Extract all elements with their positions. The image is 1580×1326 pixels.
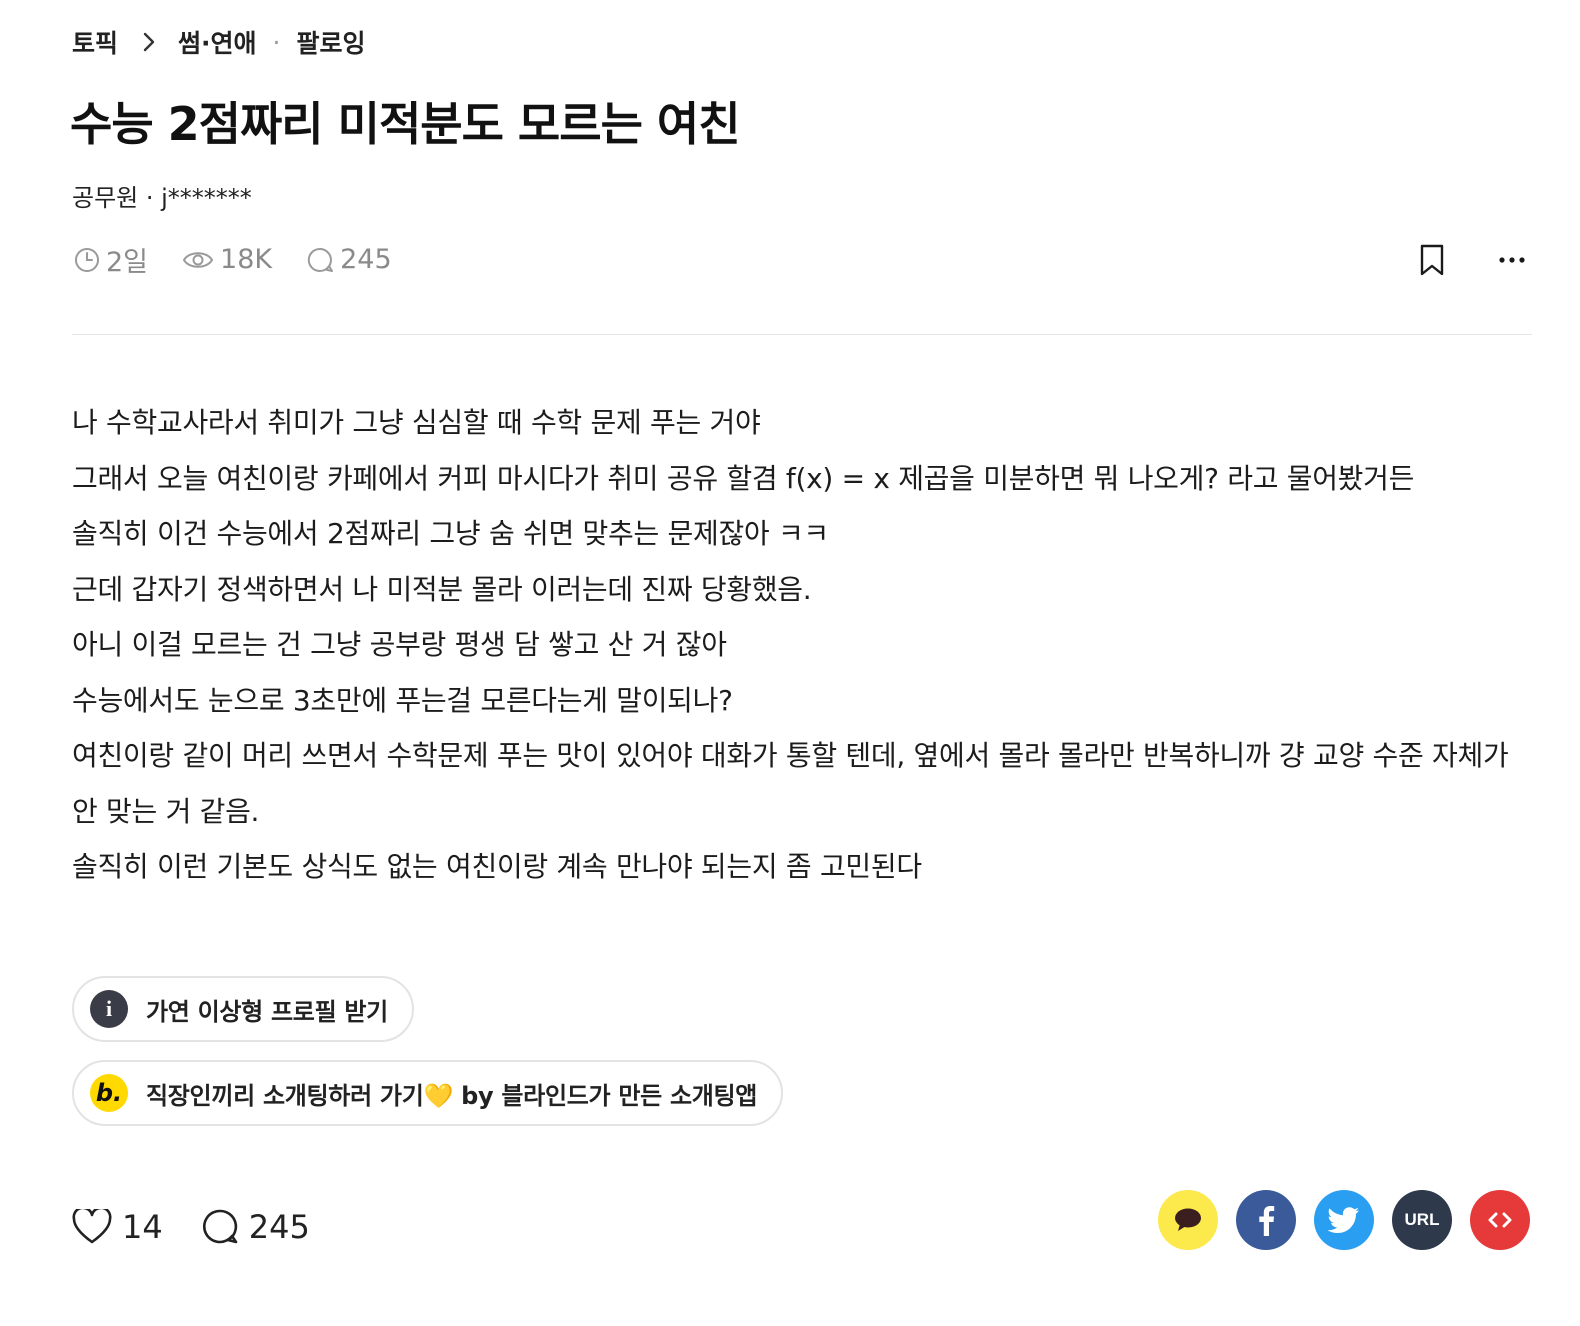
share-facebook-button[interactable] xyxy=(1236,1190,1296,1250)
bookmark-button[interactable] xyxy=(1414,240,1450,280)
post-body-line: 솔직히 이런 기본도 상식도 없는 여친이랑 계속 만나야 되는지 좀 고민된다 xyxy=(72,850,922,883)
like-count: 14 xyxy=(122,1208,163,1246)
comment-bubble-icon xyxy=(202,1209,238,1244)
share-bar: URL xyxy=(1158,1190,1530,1250)
clock-icon xyxy=(75,247,99,272)
post-body-line: 여친이랑 같이 머리 쓰면서 수학문제 푸는 맛이 있어야 대화가 통할 텐데,… xyxy=(72,739,1509,828)
info-icon: i xyxy=(90,990,128,1028)
more-horizontal-icon xyxy=(1499,257,1525,263)
promo-label: 가연 이상형 프로필 받기 xyxy=(146,997,388,1026)
post-time: 2일 xyxy=(74,240,148,279)
comment-count: 245 xyxy=(248,1208,310,1246)
like-button[interactable]: 14 xyxy=(72,1208,163,1246)
share-kakaotalk-button[interactable] xyxy=(1158,1190,1218,1250)
post-page: 토픽 썸·연애 · 팔로잉 수능 2점짜리 미적분도 모르는 여친 공무원 · … xyxy=(0,0,1580,1326)
post-actions xyxy=(1414,240,1530,280)
promo-label: 직장인끼리 소개팅하러 가기💛 by 블라인드가 만든 소개팅앱 xyxy=(146,1081,758,1110)
post-title: 수능 2점짜리 미적분도 모르는 여친 xyxy=(70,97,741,151)
post-author[interactable]: 공무원 · j******* xyxy=(72,178,252,213)
promo-link-gayeon[interactable]: i 가연 이상형 프로필 받기 xyxy=(72,976,414,1042)
code-brackets-icon xyxy=(1488,1212,1512,1228)
chevron-right-icon xyxy=(142,31,156,53)
comment-button[interactable]: 245 xyxy=(201,1208,310,1246)
post-views-text: 18K xyxy=(220,244,273,275)
post-body-line: 솔직히 이건 수능에서 2점짜리 그냥 숨 쉬면 맞추는 문제잖아 ㅋㅋ xyxy=(72,517,829,550)
bookmark-icon xyxy=(1420,244,1444,276)
post-comment-count: 245 xyxy=(306,244,392,275)
more-options-button[interactable] xyxy=(1494,240,1530,280)
post-body-line: 아니 이걸 모르는 건 그냥 공부랑 평생 담 쌓고 산 거 잖아 xyxy=(72,628,727,661)
share-twitter-button[interactable] xyxy=(1314,1190,1374,1250)
post-body-line: 나 수학교사라서 취미가 그냥 심심할 때 수학 문제 푸는 거야 xyxy=(72,406,761,439)
post-body-line: 근데 갑자기 정색하면서 나 미적분 몰라 이러는데 진짜 당황했음. xyxy=(72,572,812,606)
share-url-button[interactable]: URL xyxy=(1392,1190,1452,1250)
breadcrumb-topic-link[interactable]: 토픽 xyxy=(72,24,118,60)
reaction-bar: 14 245 xyxy=(72,1208,310,1246)
follow-button[interactable]: 팔로잉 xyxy=(296,24,365,60)
twitter-bird-icon xyxy=(1328,1207,1359,1233)
separator-dot: · xyxy=(272,27,281,57)
breadcrumb: 토픽 썸·연애 · 팔로잉 xyxy=(72,24,365,60)
share-embed-button[interactable] xyxy=(1470,1190,1530,1250)
comment-bubble-icon xyxy=(307,247,334,272)
post-body-line: 그래서 오늘 여친이랑 카페에서 커피 마시다가 취미 공유 할겸 f(x) =… xyxy=(72,461,1415,495)
post-comment-count-text: 245 xyxy=(340,244,392,275)
facebook-icon xyxy=(1259,1206,1275,1236)
post-meta: 2일 18K 245 xyxy=(74,240,392,279)
kakaotalk-bubble-icon xyxy=(1175,1208,1201,1231)
post-views: 18K xyxy=(182,244,272,275)
eye-icon xyxy=(182,251,214,268)
breadcrumb-category-link[interactable]: 썸·연애 xyxy=(178,24,257,60)
post-body: 나 수학교사라서 취미가 그냥 심심할 때 수학 문제 푸는 거야 그래서 오늘… xyxy=(72,395,1532,895)
post-time-text: 2일 xyxy=(106,247,149,278)
blind-b-icon: b. xyxy=(90,1074,128,1112)
promo-link-blind-dating[interactable]: b. 직장인끼리 소개팅하러 가기💛 by 블라인드가 만든 소개팅앱 xyxy=(72,1060,784,1126)
header-divider xyxy=(72,334,1532,335)
heart-icon xyxy=(72,1209,112,1244)
post-body-line: 수능에서도 눈으로 3초만에 푸는걸 모른다는게 말이되나? xyxy=(72,683,733,717)
